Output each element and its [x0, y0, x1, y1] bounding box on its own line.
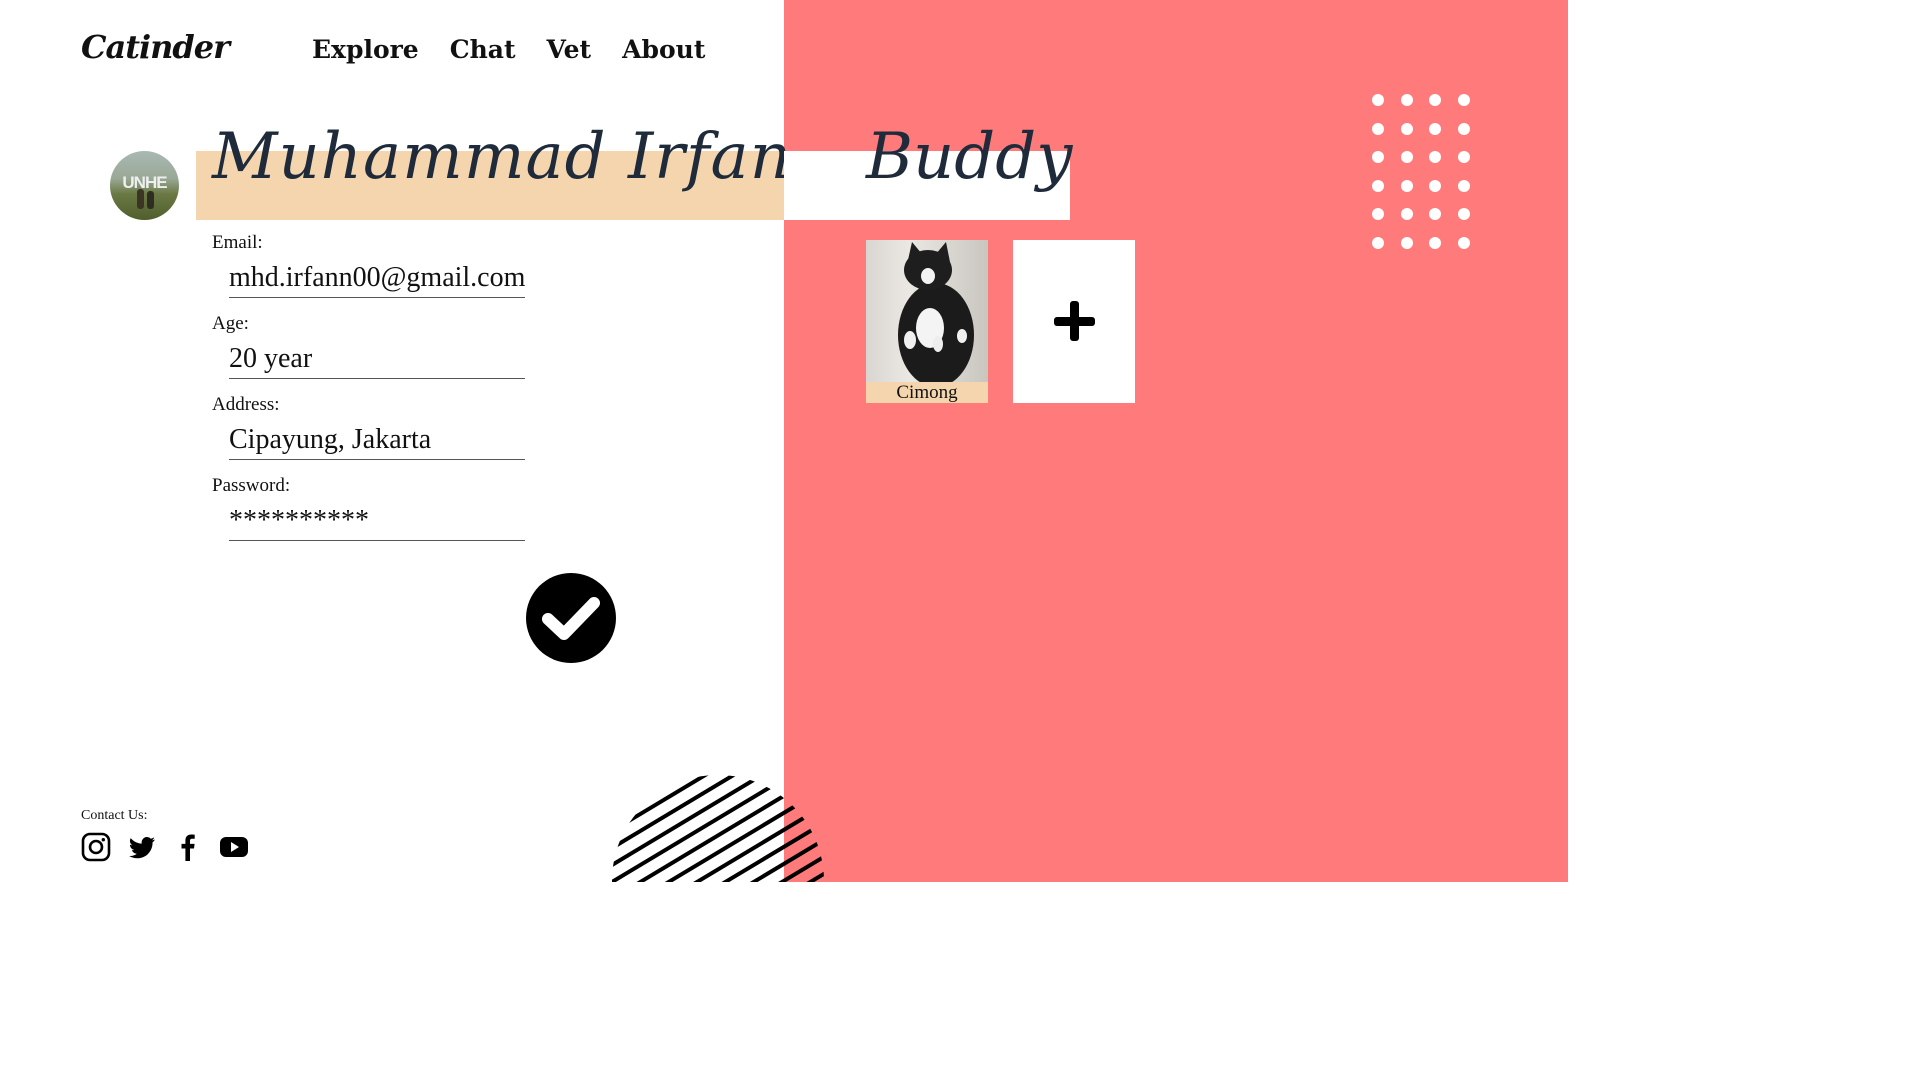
nav-explore[interactable]: Explore — [312, 32, 419, 68]
plus-icon — [1054, 301, 1095, 341]
pet-name: Cimong — [896, 382, 958, 403]
catinder-logo[interactable]: Catinder — [81, 28, 230, 66]
confirm-button[interactable] — [526, 573, 616, 663]
age-field[interactable]: 20 year — [229, 343, 525, 379]
nav-about[interactable]: About — [622, 32, 705, 68]
password-label: Password: — [212, 475, 291, 496]
social-links — [81, 832, 249, 862]
profile-avatar[interactable]: UNHE — [110, 151, 179, 220]
main-nav: Explore Chat Vet About — [312, 32, 705, 68]
nav-vet[interactable]: Vet — [547, 32, 592, 68]
twitter-icon[interactable] — [127, 832, 157, 862]
password-field[interactable]: ********** — [229, 505, 525, 541]
nav-chat[interactable]: Chat — [450, 32, 516, 68]
pet-photo — [866, 240, 988, 382]
pet-card[interactable]: Cimong — [866, 240, 988, 403]
buddy-title: Buddy — [866, 120, 1073, 194]
facebook-icon[interactable] — [173, 832, 203, 862]
instagram-icon[interactable] — [81, 832, 111, 862]
youtube-icon[interactable] — [219, 832, 249, 862]
contact-label: Contact Us: — [81, 808, 148, 823]
decorative-striped-circle — [612, 775, 824, 882]
email-field[interactable]: mhd.irfann00@gmail.com — [229, 262, 525, 298]
check-icon — [542, 597, 600, 640]
add-pet-button[interactable] — [1013, 240, 1135, 403]
address-field[interactable]: Cipayung, Jakarta — [229, 424, 525, 460]
age-label: Age: — [212, 313, 249, 334]
email-label: Email: — [212, 232, 263, 253]
profile-name: Muhammad Irfan — [212, 120, 792, 194]
address-label: Address: — [212, 394, 280, 415]
